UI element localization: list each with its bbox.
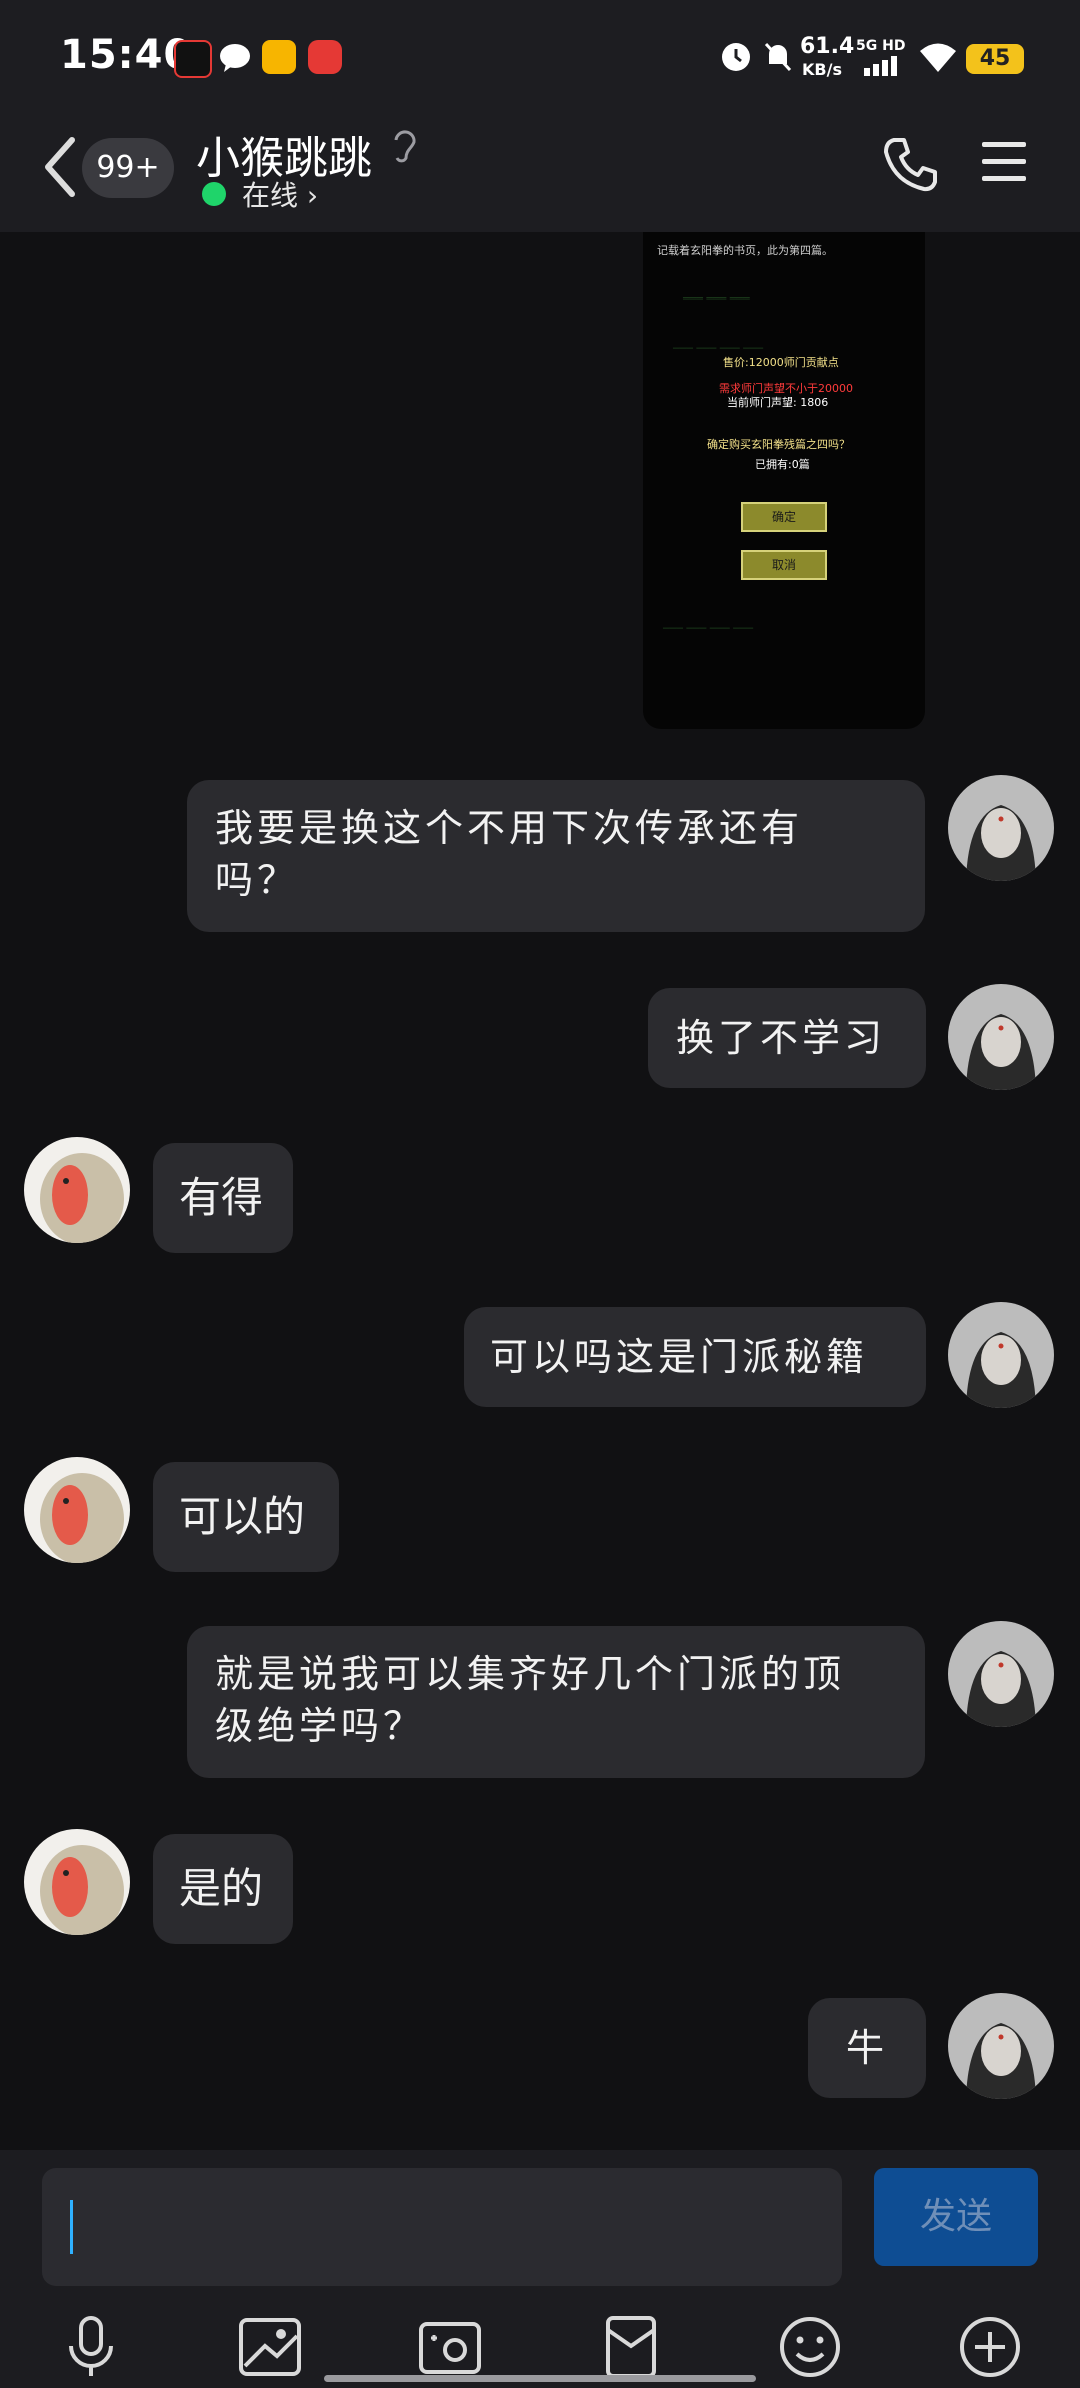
game-confirm-button: 确定 [741,502,827,532]
network-type: 5G HD [856,38,906,54]
game-text-description: 记载着玄阳拳的书页，此为第四篇。 [657,244,833,257]
game-cancel-button: 取消 [741,550,827,580]
message-bubble-received[interactable]: 可以的 [153,1462,339,1572]
background-game-text-3: ─── ─── ─── ─── [663,622,753,635]
game-confirm-question: 确定购买玄阳拳残篇之四吗？ [707,438,850,451]
message-bubble-received[interactable]: 是的 [153,1834,293,1944]
contact-avatar[interactable] [24,1457,130,1563]
avatar-portrait-icon [948,1302,1054,1408]
chat-app-icon [220,44,250,72]
back-arrow-icon[interactable] [40,132,80,202]
send-button[interactable]: 发送 [874,2168,1038,2266]
image-message[interactable]: 记载着玄阳拳的书页，此为第四篇。 ═══ ═══ ═══ ─── ─── ───… [643,232,925,729]
message-line: 级绝学吗？ [215,1704,426,1748]
background-game-text: ═══ ═══ ═══ [683,292,750,305]
avatar-portrait-icon [948,1621,1054,1727]
game-current-reputation: 当前师门声望: 1806 [727,396,829,409]
music-app-icon [308,40,342,74]
red-packet-icon[interactable] [596,2312,666,2382]
speed-value: 61.4 [800,34,855,59]
message-bubble-received[interactable]: 有得 [153,1143,293,1253]
plus-icon[interactable] [955,2312,1025,2382]
game-price: 售价:12000师门贡献点 [723,356,839,369]
menu-icon[interactable] [980,140,1028,184]
network-speed: 61.4 KB/s [800,36,854,81]
image-icon[interactable] [235,2312,305,2382]
message-bubble-sent[interactable]: 我要是换这个不用下次传承还有 吗？ [187,780,925,932]
my-avatar[interactable] [948,984,1054,1090]
online-status[interactable]: 在线 › [242,174,318,214]
camera-icon[interactable] [415,2312,485,2382]
message-bubble-sent[interactable]: 可以吗这是门派秘籍 [464,1307,926,1407]
my-avatar[interactable] [948,1993,1054,2099]
message-line: 可以吗这是门派秘籍 [490,1335,869,1379]
message-input[interactable] [42,2168,842,2286]
my-avatar[interactable] [948,775,1054,881]
wifi-icon [920,43,956,72]
ear-icon[interactable] [390,126,420,166]
message-line: 可以的 [179,1492,306,1541]
chat-screen: 15:40 61.4 KB/s 5G HD 45 99+ 小猴跳跳 在线 › 记… [0,0,1080,2388]
battery-indicator: 45 [966,44,1024,74]
my-avatar[interactable] [948,1621,1054,1727]
avatar-portrait-icon [948,775,1054,881]
avatar-portrait-icon [948,1993,1054,2099]
monkey-avatar-icon [24,1137,130,1243]
message-bubble-sent[interactable]: 牛 [808,1998,926,2098]
avatar-portrait-icon [948,984,1054,1090]
mute-icon [764,42,792,72]
speed-unit: KB/s [802,60,842,79]
text-cursor [70,2200,73,2254]
alarm-icon [722,43,750,71]
online-dot [202,182,226,206]
message-bubble-sent[interactable]: 就是说我可以集齐好几个门派的顶 级绝学吗？ [187,1626,925,1778]
my-avatar[interactable] [948,1302,1054,1408]
message-line: 有得 [179,1173,264,1222]
message-line: 就是说我可以集齐好几个门派的顶 [215,1652,846,1696]
online-status-label: 在线 [242,179,299,212]
message-line: 是的 [179,1864,264,1913]
status-time: 15:40 [60,32,193,78]
message-line: 吗？ [215,858,300,902]
message-line: 牛 [846,2026,889,2070]
contact-avatar[interactable] [24,1137,130,1243]
video-app-icon [174,40,212,78]
input-area: 发送 [0,2150,1080,2388]
monkey-avatar-icon [24,1829,130,1935]
signal-icon [864,56,897,76]
phone-icon[interactable] [880,134,940,194]
chat-header: 99+ 小猴跳跳 在线 › [0,110,1080,232]
emoji-icon[interactable] [775,2312,845,2382]
mail-app-icon [262,40,296,74]
chevron-right-icon: › [306,179,319,212]
unread-badge[interactable]: 99+ [82,138,174,198]
message-line: 换了不学习 [676,1016,887,1060]
monkey-avatar-icon [24,1457,130,1563]
contact-avatar[interactable] [24,1829,130,1935]
microphone-icon[interactable] [56,2312,126,2382]
status-bar: 15:40 61.4 KB/s 5G HD 45 [0,0,1080,110]
message-bubble-sent[interactable]: 换了不学习 [648,988,926,1088]
game-owned-count: 已拥有:0篇 [755,458,810,471]
message-line: 我要是换这个不用下次传承还有 [215,806,804,850]
home-indicator[interactable] [324,2375,756,2382]
